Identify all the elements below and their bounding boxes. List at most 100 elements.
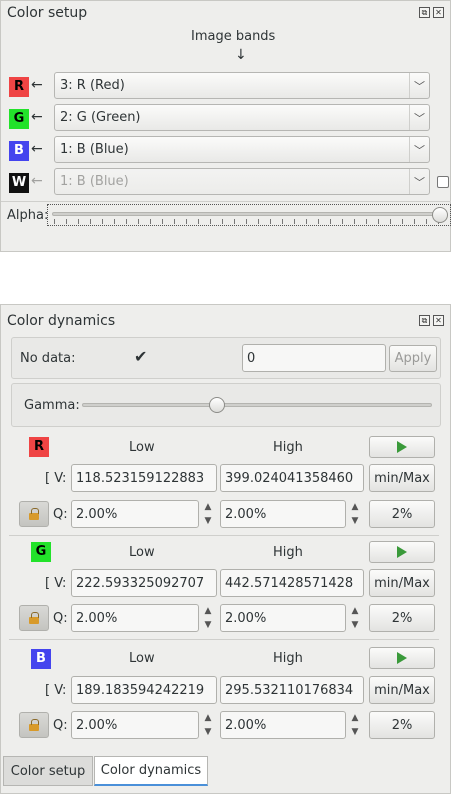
- red-lock-button[interactable]: [19, 501, 49, 527]
- red-high-v-input[interactable]: 399.024041358460: [220, 464, 364, 492]
- green-band-badge: G: [9, 109, 29, 129]
- blue-lock-button[interactable]: [19, 712, 49, 738]
- float-icon[interactable]: ⧉: [419, 7, 430, 18]
- green-band-select[interactable]: 2: G (Green) ﹀: [54, 104, 430, 131]
- high-header: High: [273, 651, 303, 666]
- red-channel-badge: R: [29, 437, 49, 457]
- gamma-slider-handle[interactable]: [209, 397, 225, 413]
- float-icon[interactable]: ⧉: [419, 315, 430, 326]
- blue-v-label: [ V:: [45, 683, 67, 698]
- alpha-slider-ticks: [54, 219, 442, 224]
- up-icon[interactable]: ▲: [352, 713, 359, 723]
- red-apply-button[interactable]: [369, 436, 435, 458]
- chevron-down-icon: ﹀: [409, 137, 429, 162]
- close-icon[interactable]: ✕: [433, 7, 444, 18]
- lock-icon: [29, 718, 39, 731]
- alpha-slider[interactable]: [47, 204, 451, 226]
- no-data-group: No data: ✔ 0 Apply: [11, 337, 441, 379]
- red-low-v-input[interactable]: 118.523159122883: [71, 464, 217, 492]
- blue-high-q-spinner[interactable]: ▲ ▼: [347, 711, 363, 739]
- divider: [9, 639, 439, 640]
- tab-color-setup[interactable]: Color setup: [3, 756, 93, 786]
- white-band-checkbox[interactable]: [437, 176, 449, 188]
- green-minmax-button[interactable]: min/Max: [369, 569, 435, 597]
- left-arrow-icon: ←: [31, 141, 43, 157]
- green-low-q-spinner[interactable]: ▲ ▼: [200, 604, 216, 632]
- low-header: Low: [129, 651, 155, 666]
- green-lock-button[interactable]: [19, 605, 49, 631]
- blue-percent-button[interactable]: 2%: [369, 711, 435, 739]
- blue-band-select[interactable]: 1: B (Blue) ﹀: [54, 136, 430, 163]
- green-apply-button[interactable]: [369, 541, 435, 563]
- blue-band-value: 1: B (Blue): [60, 142, 129, 157]
- color-dynamics-title: Color dynamics: [7, 313, 116, 329]
- white-band-value: 1: B (Blue): [60, 174, 129, 189]
- up-icon[interactable]: ▲: [205, 713, 212, 723]
- apply-button[interactable]: Apply: [389, 345, 437, 372]
- gamma-slider[interactable]: [82, 394, 432, 416]
- down-icon[interactable]: ▼: [352, 516, 359, 526]
- red-percent-button[interactable]: 2%: [369, 500, 435, 528]
- blue-high-v-input[interactable]: 295.532110176834: [220, 676, 364, 704]
- green-channel-badge: G: [31, 542, 51, 562]
- green-low-q-input[interactable]: 2.00%: [71, 604, 199, 632]
- green-percent-button[interactable]: 2%: [369, 604, 435, 632]
- divider: [1, 201, 451, 202]
- blue-high-q-input[interactable]: 2.00%: [220, 711, 346, 739]
- blue-low-q-input[interactable]: 2.00%: [71, 711, 199, 739]
- alpha-slider-handle[interactable]: [432, 207, 448, 223]
- blue-band-badge: B: [9, 141, 29, 161]
- down-arrow-icon: ↓: [235, 47, 247, 63]
- red-high-q-input[interactable]: 2.00%: [220, 500, 346, 528]
- red-low-q-spinner[interactable]: ▲ ▼: [200, 500, 216, 528]
- low-header: Low: [129, 440, 155, 455]
- down-icon[interactable]: ▼: [205, 727, 212, 737]
- left-arrow-icon: ←: [31, 173, 43, 189]
- blue-channel-badge: B: [31, 649, 51, 669]
- color-setup-panel: Color setup ⧉ ✕ Image bands ↓ R ← 3: R (…: [0, 0, 451, 252]
- no-data-checkbox[interactable]: ✔: [134, 347, 147, 366]
- no-data-value-input[interactable]: 0: [242, 344, 386, 372]
- lock-icon: [29, 611, 39, 624]
- alpha-slider-track: [52, 212, 444, 216]
- high-header: High: [273, 545, 303, 560]
- green-high-q-input[interactable]: 2.00%: [220, 604, 346, 632]
- green-high-q-spinner[interactable]: ▲ ▼: [347, 604, 363, 632]
- white-band-select[interactable]: 1: B (Blue) ﹀: [54, 168, 430, 195]
- lock-icon: [29, 507, 39, 520]
- alpha-label: Alpha:: [7, 208, 49, 223]
- green-low-v-input[interactable]: 222.593325092707: [71, 569, 217, 597]
- blue-apply-button[interactable]: [369, 647, 435, 669]
- red-v-label: [ V:: [45, 471, 67, 486]
- up-icon[interactable]: ▲: [205, 606, 212, 616]
- red-low-q-input[interactable]: 2.00%: [71, 500, 199, 528]
- gamma-group: Gamma:: [11, 383, 441, 427]
- play-icon: [397, 441, 407, 453]
- down-icon[interactable]: ▼: [205, 620, 212, 630]
- down-icon[interactable]: ▼: [352, 727, 359, 737]
- up-icon[interactable]: ▲: [352, 502, 359, 512]
- down-icon[interactable]: ▼: [205, 516, 212, 526]
- tab-color-dynamics[interactable]: Color dynamics: [94, 756, 208, 786]
- play-icon: [397, 546, 407, 558]
- red-high-q-spinner[interactable]: ▲ ▼: [347, 500, 363, 528]
- blue-q-label: Q:: [53, 718, 68, 733]
- up-icon[interactable]: ▲: [205, 502, 212, 512]
- no-data-label: No data:: [20, 351, 76, 366]
- down-icon[interactable]: ▼: [352, 620, 359, 630]
- green-band-value: 2: G (Green): [60, 110, 141, 125]
- blue-low-v-input[interactable]: 189.183594242219: [71, 676, 217, 704]
- close-icon[interactable]: ✕: [433, 315, 444, 326]
- image-bands-label: Image bands: [191, 29, 276, 44]
- up-icon[interactable]: ▲: [352, 606, 359, 616]
- blue-low-q-spinner[interactable]: ▲ ▼: [200, 711, 216, 739]
- color-dynamics-window-buttons: ⧉ ✕: [419, 315, 444, 326]
- red-band-select[interactable]: 3: R (Red) ﹀: [54, 72, 430, 99]
- divider: [9, 535, 439, 536]
- low-header: Low: [129, 545, 155, 560]
- green-high-v-input[interactable]: 442.571428571428: [220, 569, 364, 597]
- blue-minmax-button[interactable]: min/Max: [369, 676, 435, 704]
- red-q-label: Q:: [53, 507, 68, 522]
- red-minmax-button[interactable]: min/Max: [369, 464, 435, 492]
- green-v-label: [ V:: [45, 576, 67, 591]
